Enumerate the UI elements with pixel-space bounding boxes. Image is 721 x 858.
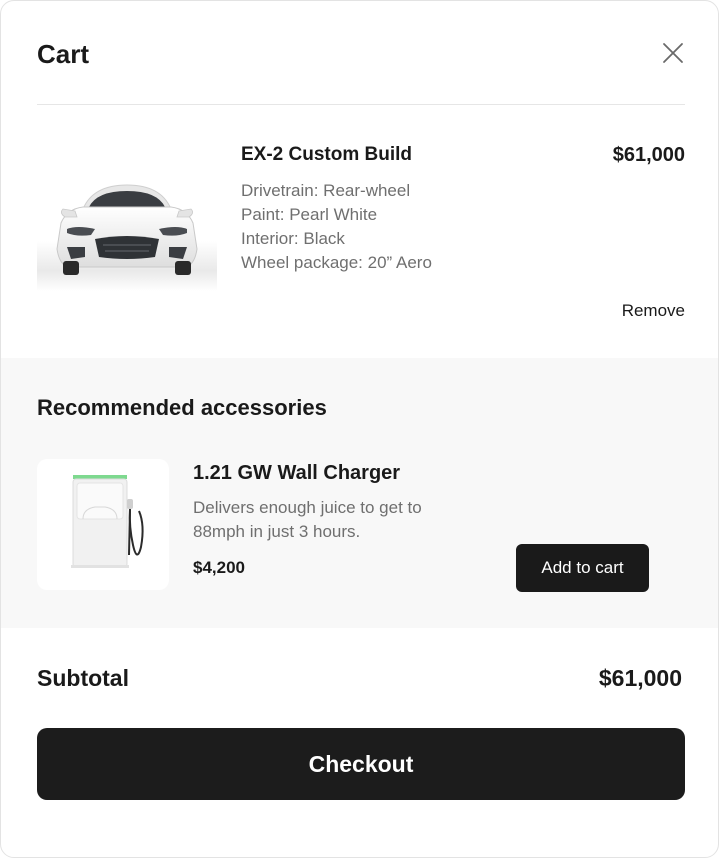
spec-drivetrain: Drivetrain: Rear-wheel — [241, 181, 411, 200]
add-to-cart-button[interactable]: Add to cart — [516, 544, 649, 592]
cart-panel: Cart EX-2 Custom Build $61,000 Drivetrai… — [0, 0, 719, 858]
spec-interior: Interior: Black — [241, 229, 345, 248]
recommended-section: Recommended accessories 1.21 GW Wall Cha… — [1, 358, 718, 628]
item-price: $61,000 — [612, 144, 685, 166]
cart-item: EX-2 Custom Build $61,000 Drivetrain: Re… — [37, 131, 685, 341]
remove-link[interactable]: Remove — [622, 299, 685, 323]
item-name: EX-2 Custom Build — [241, 144, 413, 165]
close-icon[interactable] — [661, 41, 685, 65]
checkout-button[interactable]: Checkout — [37, 728, 685, 800]
recommended-title: Recommended accessories — [37, 395, 327, 420]
subtotal-value: $61,000 — [598, 665, 682, 691]
header-divider — [37, 104, 685, 105]
cart-header: Cart — [37, 37, 685, 77]
spec-wheel-package: Wheel package: 20” Aero — [241, 253, 432, 272]
accessory-price: $4,200 — [193, 558, 245, 577]
item-specs: Drivetrain: Rear-wheel Paint: Pearl Whit… — [241, 179, 432, 275]
wall-charger-image — [37, 459, 169, 590]
accessory-name: 1.21 GW Wall Charger — [193, 462, 401, 484]
subtotal-label: Subtotal — [37, 665, 129, 691]
spec-paint: Paint: Pearl White — [241, 205, 378, 224]
cart-title: Cart — [37, 39, 90, 69]
car-image — [37, 171, 217, 291]
accessory-description: Delivers enough juice to get to 88mph in… — [193, 498, 422, 541]
